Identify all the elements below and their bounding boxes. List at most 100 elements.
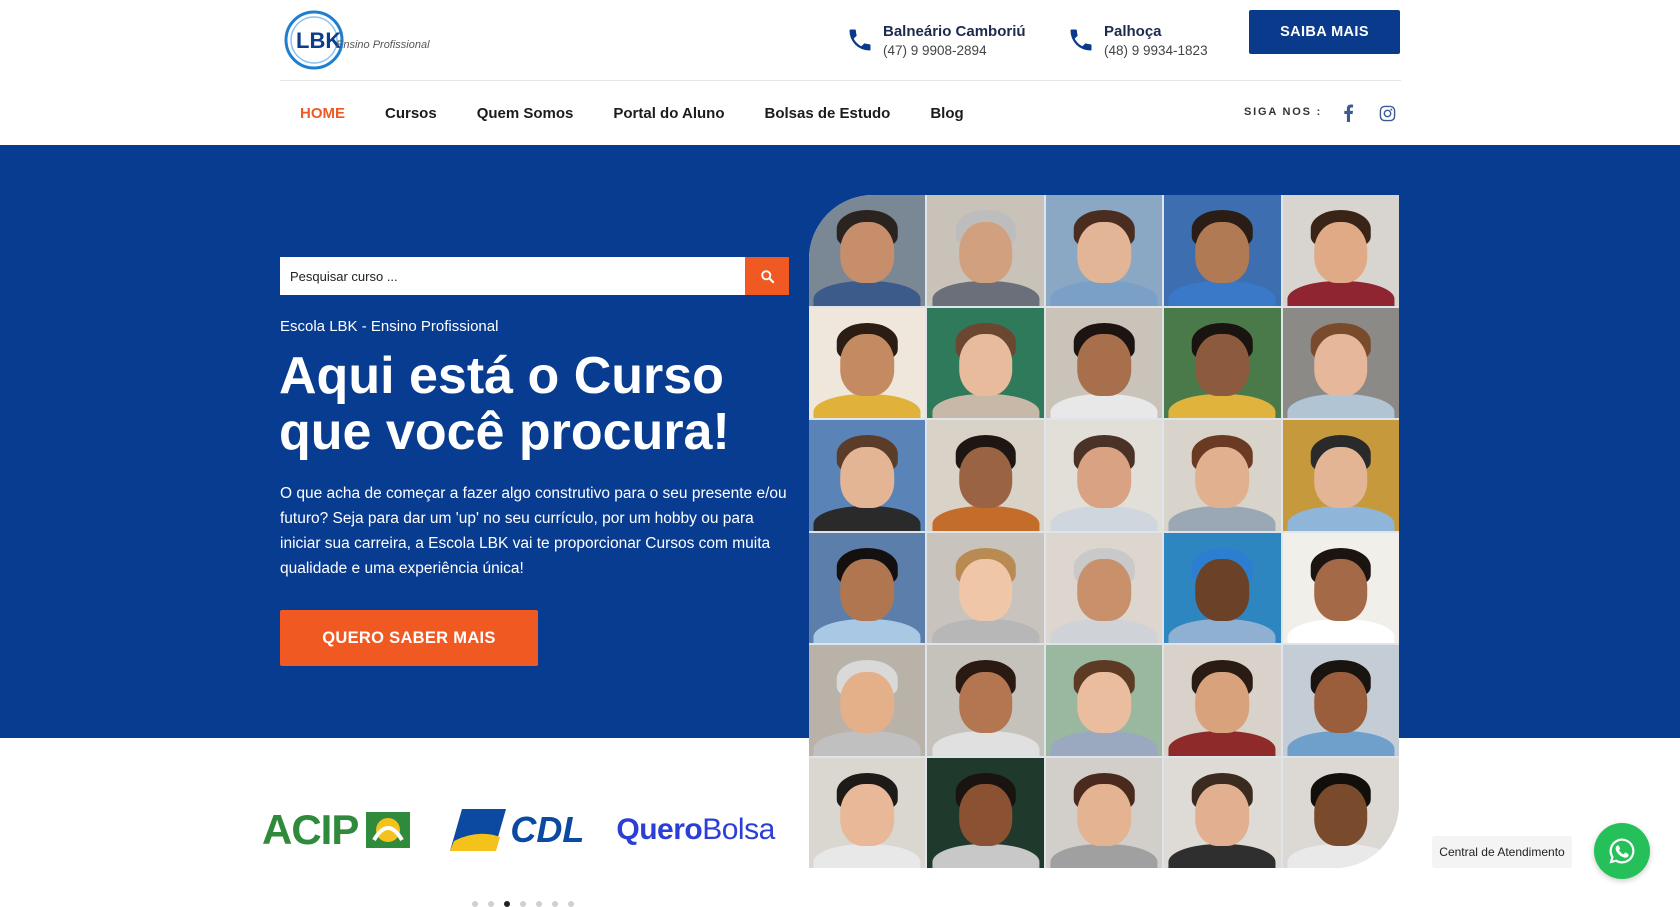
- phone-icon: [1070, 29, 1092, 51]
- photo-shirt: [1287, 393, 1395, 418]
- carousel-dot[interactable]: [472, 901, 478, 907]
- photo-shirt: [1168, 843, 1276, 868]
- photo-shirt: [1168, 393, 1276, 418]
- photo-face: [1195, 334, 1250, 396]
- student-photo: [1045, 307, 1163, 418]
- photo-shirt: [1050, 393, 1158, 418]
- photo-shirt: [1168, 731, 1276, 756]
- photo-face: [958, 334, 1013, 396]
- photo-shirt: [1168, 506, 1276, 531]
- carousel-dots: [472, 901, 574, 907]
- carousel-dot[interactable]: [552, 901, 558, 907]
- photo-face: [1314, 784, 1368, 846]
- photo-face: [840, 784, 894, 846]
- student-photo: [927, 420, 1044, 531]
- contact-phone: (48) 9 9934-1823: [1104, 43, 1208, 58]
- photo-shirt: [813, 281, 921, 306]
- student-photo: [927, 195, 1044, 306]
- nav-item-portal-do-aluno[interactable]: Portal do Aluno: [613, 105, 724, 122]
- photo-shirt: [1168, 281, 1276, 306]
- photo-shirt: [1050, 618, 1158, 643]
- carousel-dot[interactable]: [536, 901, 542, 907]
- student-photo: [1282, 645, 1399, 756]
- hero-kicker: Escola LBK - Ensino Profissional: [280, 318, 499, 335]
- photo-shirt: [932, 506, 1040, 531]
- querobolsa-text-b: Bolsa: [702, 813, 775, 846]
- student-photo-mosaic: [809, 195, 1399, 868]
- photo-shirt: [813, 506, 921, 531]
- photo-shirt: [1050, 731, 1158, 756]
- nav-item-quem-somos[interactable]: Quem Somos: [477, 105, 574, 122]
- nav-item-home[interactable]: HOME: [300, 105, 345, 122]
- contact-city: Palhoça: [1104, 23, 1162, 40]
- search-icon: [760, 269, 774, 283]
- photo-shirt: [932, 731, 1040, 756]
- photo-face: [1077, 671, 1131, 734]
- student-photo: [1282, 195, 1399, 306]
- hero-headline: Aqui está o Curso que você procura!: [279, 348, 799, 460]
- student-photo: [1282, 420, 1399, 531]
- photo-face: [958, 671, 1013, 734]
- photo-shirt: [932, 618, 1040, 643]
- quero-saber-mais-button[interactable]: QUERO SABER MAIS: [280, 610, 538, 666]
- saiba-mais-button[interactable]: SAIBA MAIS: [1249, 10, 1400, 54]
- photo-face: [1077, 221, 1131, 284]
- photo-shirt: [813, 843, 921, 868]
- acip-logo[interactable]: ACIP: [262, 806, 412, 854]
- photo-shirt: [1287, 506, 1395, 531]
- photo-face: [958, 784, 1013, 846]
- lbk-logo[interactable]: LBK Ensino Profissional: [282, 6, 432, 72]
- photo-shirt: [1050, 281, 1158, 306]
- cdl-logo[interactable]: CDL: [448, 807, 584, 853]
- photo-face: [1314, 334, 1368, 396]
- cdl-text: CDL: [510, 809, 585, 850]
- photo-face: [958, 221, 1013, 284]
- photo-face: [1314, 446, 1368, 509]
- svg-text:Ensino Profissional: Ensino Profissional: [336, 39, 430, 51]
- photo-face: [958, 446, 1013, 509]
- cdl-emblem: [450, 809, 507, 851]
- carousel-dot[interactable]: [568, 901, 574, 907]
- photo-face: [840, 559, 894, 621]
- querobolsa-text-a: Quero: [616, 813, 703, 846]
- photo-face: [1314, 671, 1368, 734]
- student-photo: [1164, 757, 1281, 868]
- nav-item-blog[interactable]: Blog: [930, 105, 963, 122]
- student-photo: [1045, 532, 1163, 643]
- querobolsa-logo[interactable]: QueroBolsa: [616, 813, 775, 847]
- student-photo: [809, 532, 926, 643]
- whatsapp-label[interactable]: Central de Atendimento: [1432, 836, 1572, 868]
- student-photo: [1282, 757, 1399, 868]
- photo-face: [1077, 334, 1131, 396]
- photo-shirt: [1050, 843, 1158, 868]
- search-button[interactable]: [745, 257, 789, 295]
- contact-phone: (47) 9 9908-2894: [883, 43, 987, 58]
- instagram-icon[interactable]: [1377, 103, 1397, 123]
- carousel-dot[interactable]: [520, 901, 526, 907]
- photo-face: [840, 221, 894, 284]
- nav-item-cursos[interactable]: Cursos: [385, 105, 437, 122]
- headline-line-1: Aqui está o Curso: [279, 347, 724, 405]
- contact-palhoca[interactable]: Palhoça (48) 9 9934-1823: [1067, 22, 1208, 60]
- student-photo: [809, 420, 926, 531]
- social-label: SIGA NOS :: [1244, 106, 1323, 118]
- student-photo: [1164, 307, 1281, 418]
- nav-item-bolsas-de-estudo[interactable]: Bolsas de Estudo: [764, 105, 890, 122]
- photo-shirt: [932, 393, 1040, 418]
- contact-balneario[interactable]: Balneário Camboriú (47) 9 9908-2894: [846, 22, 1026, 60]
- photo-shirt: [813, 618, 921, 643]
- photo-face: [1314, 221, 1368, 284]
- carousel-dot[interactable]: [488, 901, 494, 907]
- student-photo: [1164, 420, 1281, 531]
- photo-face: [1195, 559, 1250, 621]
- student-photo: [927, 307, 1044, 418]
- whatsapp-button[interactable]: [1594, 823, 1650, 879]
- student-photo: [927, 645, 1044, 756]
- search-input[interactable]: [280, 257, 745, 295]
- whatsapp-icon: [1609, 838, 1635, 864]
- headline-line-2: que você procura!: [279, 403, 730, 461]
- photo-face: [840, 446, 894, 509]
- facebook-icon[interactable]: [1338, 103, 1358, 123]
- student-photo: [1282, 307, 1399, 418]
- carousel-dot[interactable]: [504, 901, 510, 907]
